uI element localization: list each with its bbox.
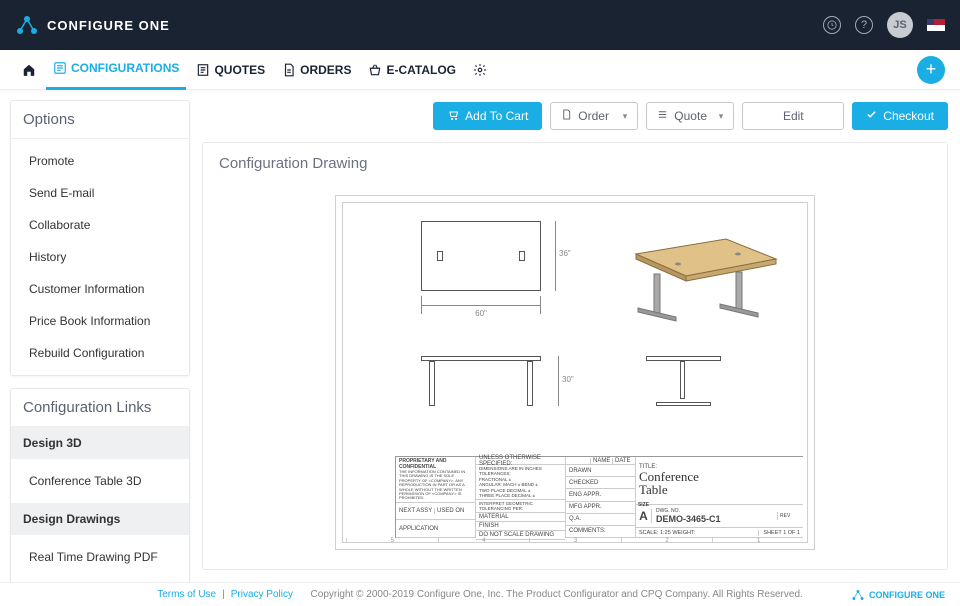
footer: Terms of Use | Privacy Policy Copyright … (0, 582, 960, 606)
drawing-top-view (421, 221, 541, 291)
add-to-cart-button[interactable]: Add To Cart (433, 102, 542, 130)
nav-label: ORDERS (300, 63, 351, 77)
copyright-text: Copyright © 2000-2019 Configure One, Inc… (311, 589, 803, 600)
options-title: Options (11, 101, 189, 139)
button-label: Quote (674, 109, 707, 123)
orders-icon (282, 63, 296, 77)
chevron-down-icon: ▾ (623, 111, 628, 122)
nav-left: CONFIGURATIONS QUOTES ORDERS E-CATALOG (15, 50, 494, 90)
link-conference-table-3d[interactable]: Conference Table 3D (11, 463, 189, 499)
nav-label: E-CATALOG (386, 63, 456, 77)
check-icon (866, 109, 877, 123)
user-avatar[interactable]: JS (887, 12, 913, 38)
nav-quotes[interactable]: QUOTES (189, 50, 272, 90)
title-block: PROPRIETARY AND CONFIDENTIAL THE INFORMA… (395, 456, 803, 538)
config-links-panel: Configuration Links Design 3D Conference… (10, 388, 190, 582)
config-links-title: Configuration Links (11, 389, 189, 427)
topbar-right: ? JS (823, 12, 945, 38)
footer-logo: CONFIGURE ONE (851, 588, 945, 602)
dimension-width: 60" (421, 299, 541, 313)
options-panel: Options Promote Send E-mail Collaborate … (10, 100, 190, 376)
quote-dropdown[interactable]: Quote ▾ (646, 102, 734, 130)
button-label: Checkout (883, 109, 934, 123)
navbar: CONFIGURATIONS QUOTES ORDERS E-CATALOG + (0, 50, 960, 90)
drawing-iso-view (616, 224, 786, 324)
sidebar: Options Promote Send E-mail Collaborate … (0, 90, 200, 582)
action-row: Add To Cart Order ▾ Quote ▾ Edit Checkou… (202, 102, 948, 130)
button-label: Add To Cart (465, 109, 528, 123)
checkout-button[interactable]: Checkout (852, 102, 948, 130)
option-price-book[interactable]: Price Book Information (11, 305, 189, 337)
section-design-drawings[interactable]: Design Drawings (11, 503, 189, 535)
option-history[interactable]: History (11, 241, 189, 273)
drawing-card-title: Configuration Drawing (203, 143, 947, 184)
gear-icon (473, 63, 487, 77)
option-send-email[interactable]: Send E-mail (11, 177, 189, 209)
nav-ecatalog[interactable]: E-CATALOG (361, 50, 463, 90)
drawing-card: Configuration Drawing 60" 36" (202, 142, 948, 570)
help-icon[interactable]: ? (855, 16, 873, 34)
ruler: 54321 (346, 538, 804, 543)
privacy-link[interactable]: Privacy Policy (231, 589, 293, 600)
option-customer-info[interactable]: Customer Information (11, 273, 189, 305)
dimension-depth: 36" (549, 221, 563, 291)
history-icon[interactable] (823, 16, 841, 34)
locale-flag-icon[interactable] (927, 19, 945, 31)
home-icon (22, 63, 36, 77)
option-rebuild[interactable]: Rebuild Configuration (11, 337, 189, 369)
cart-icon (447, 109, 459, 124)
topbar: CONFIGURE ONE ? JS (0, 0, 960, 50)
nav-label: CONFIGURATIONS (71, 61, 179, 75)
separator: | (222, 589, 225, 600)
option-promote[interactable]: Promote (11, 145, 189, 177)
drawing-sheet: 60" 36" (335, 195, 815, 550)
quotes-icon (196, 63, 210, 77)
brand-name: CONFIGURE ONE (47, 18, 170, 33)
dimension-height: 30" (552, 356, 566, 406)
brand-logo-icon (15, 13, 39, 37)
section-design-3d[interactable]: Design 3D (11, 427, 189, 459)
basket-icon (368, 63, 382, 77)
main: Add To Cart Order ▾ Quote ▾ Edit Checkou… (200, 90, 960, 582)
order-dropdown[interactable]: Order ▾ (550, 102, 638, 130)
option-collaborate[interactable]: Collaborate (11, 209, 189, 241)
document-icon (561, 109, 572, 123)
configurations-icon (53, 61, 67, 75)
terms-link[interactable]: Terms of Use (157, 589, 216, 600)
nav-orders[interactable]: ORDERS (275, 50, 358, 90)
button-label: Edit (783, 109, 804, 123)
link-realtime-pdf[interactable]: Real Time Drawing PDF (11, 539, 189, 575)
content: Options Promote Send E-mail Collaborate … (0, 90, 960, 582)
add-button[interactable]: + (917, 56, 945, 84)
nav-home[interactable] (15, 50, 43, 90)
edit-button[interactable]: Edit (742, 102, 844, 130)
brand: CONFIGURE ONE (15, 13, 170, 37)
nav-label: QUOTES (214, 63, 265, 77)
list-icon (657, 109, 668, 123)
nav-settings[interactable] (466, 50, 494, 90)
drawing-front-view (421, 356, 541, 406)
drawing-side-view (646, 356, 721, 406)
button-label: Order (578, 109, 609, 123)
nav-configurations[interactable]: CONFIGURATIONS (46, 50, 186, 90)
link-table-drawing[interactable]: Table Drawing (11, 575, 189, 582)
chevron-down-icon: ▾ (719, 111, 724, 122)
